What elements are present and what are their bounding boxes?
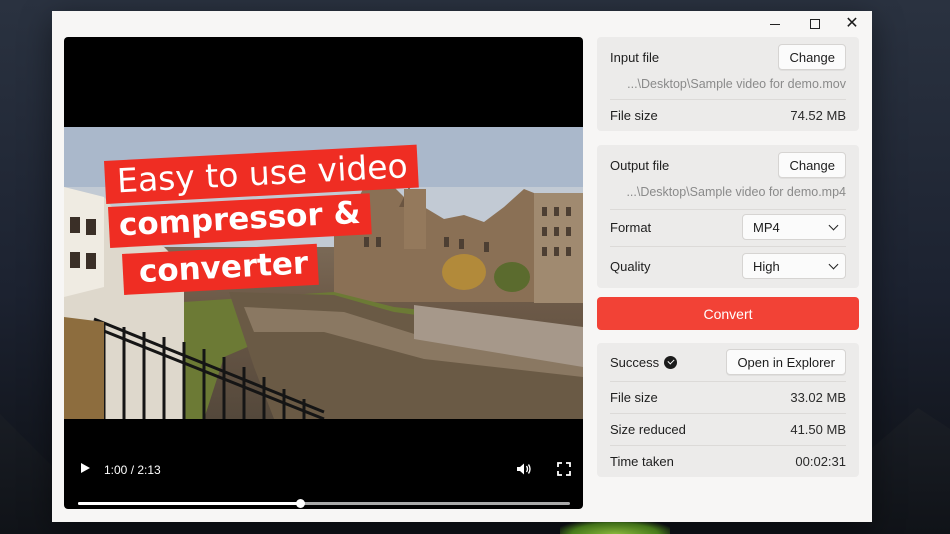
size-reduced-value: 41.50 MB (790, 422, 846, 437)
output-file-label: Output file (610, 157, 670, 173)
input-size-row: File size 74.52 MB (597, 100, 859, 130)
result-panel: Success Open in Explorer File size 33.02… (597, 343, 859, 477)
time-taken-value: 00:02:31 (795, 454, 846, 469)
size-reduced-label: Size reduced (610, 422, 686, 437)
format-row: Format MP4 (597, 212, 859, 242)
input-file-row: Input file Change (597, 42, 859, 72)
format-value: MP4 (753, 219, 780, 235)
format-label: Format (610, 219, 652, 235)
status-row: Success Open in Explorer (597, 347, 859, 377)
input-change-button[interactable]: Change (778, 44, 846, 70)
input-file-panel: Input file Change ...\Desktop\Sample vid… (597, 37, 859, 131)
time-display: 1:00 / 2:13 (104, 463, 161, 477)
seek-thumb[interactable] (296, 499, 306, 508)
seek-bar[interactable] (78, 499, 570, 508)
status-label: Success (610, 355, 726, 370)
seek-progress (78, 502, 301, 505)
mountain-silhouette-right (870, 408, 950, 534)
size-reduced-row: Size reduced 41.50 MB (597, 414, 859, 445)
check-circle-icon (664, 355, 678, 369)
result-size-row: File size 33.02 MB (597, 382, 859, 413)
fullscreen-icon[interactable] (557, 462, 571, 476)
status-text: Success (610, 354, 660, 370)
result-size-label: File size (610, 390, 658, 405)
result-size-value: 33.02 MB (790, 390, 846, 405)
convert-button[interactable]: Convert (597, 297, 859, 330)
glowing-tent (560, 520, 670, 534)
close-icon: ✕ (845, 15, 859, 32)
minimize-button[interactable] (760, 14, 790, 34)
video-player[interactable]: Easy to use video compressor & converter… (64, 37, 583, 509)
app-window: ✕ Easy to use video compressor & convert… (52, 11, 872, 522)
input-size-label: File size (610, 107, 658, 123)
video-frame: Easy to use video compressor & converter (64, 127, 583, 419)
play-icon[interactable] (79, 461, 91, 475)
minimize-icon (770, 23, 780, 25)
divider (610, 246, 846, 247)
input-size-value: 74.52 MB (790, 107, 846, 123)
quality-label: Quality (610, 258, 651, 274)
maximize-button[interactable] (800, 14, 830, 34)
maximize-icon (810, 19, 820, 29)
chevron-down-icon (828, 220, 839, 230)
format-select[interactable]: MP4 (742, 214, 846, 240)
close-button[interactable]: ✕ (837, 14, 867, 34)
time-taken-label: Time taken (610, 454, 674, 469)
quality-row: Quality High (597, 251, 859, 281)
output-file-panel: Output file Change ...\Desktop\Sample vi… (597, 145, 859, 288)
open-in-explorer-button[interactable]: Open in Explorer (726, 349, 846, 375)
input-file-label: Input file (610, 49, 660, 65)
output-file-row: Output file Change (597, 150, 859, 180)
divider (610, 209, 846, 210)
quality-select[interactable]: High (742, 253, 846, 279)
output-file-path: ...\Desktop\Sample video for demo.mp4 (626, 185, 846, 199)
output-change-button[interactable]: Change (778, 152, 846, 178)
mountain-silhouette-left (0, 414, 60, 534)
title-bar: ✕ (52, 11, 872, 37)
volume-icon[interactable] (516, 461, 532, 477)
player-controls: 1:00 / 2:13 (64, 449, 583, 509)
time-taken-row: Time taken 00:02:31 (597, 446, 859, 477)
chevron-down-icon (828, 259, 839, 269)
quality-value: High (753, 258, 780, 274)
input-file-path: ...\Desktop\Sample video for demo.mov (627, 77, 846, 91)
